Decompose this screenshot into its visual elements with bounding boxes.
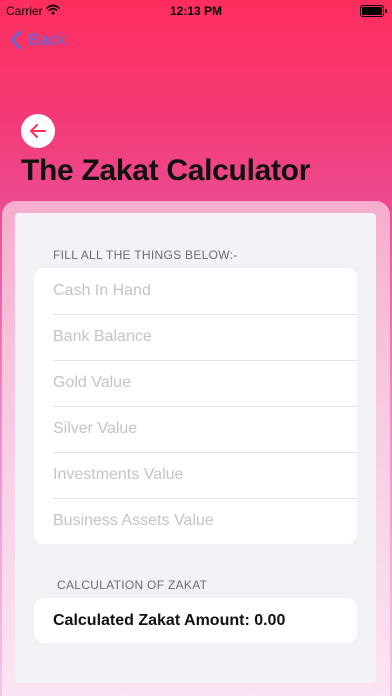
- input-group: [34, 268, 357, 544]
- bank-balance-input[interactable]: [34, 328, 357, 346]
- calculation-section-header: CALCULATION OF ZAKAT: [57, 578, 208, 592]
- business-assets-value-row: [34, 498, 357, 544]
- nav-back-button[interactable]: Back: [10, 28, 66, 52]
- nav-back-label: Back: [28, 30, 66, 49]
- cash-in-hand-input[interactable]: [34, 282, 357, 300]
- investments-value-row: [34, 452, 357, 498]
- form-section-header: FILL ALL THE THINGS BELOW:-: [53, 248, 238, 262]
- status-bar: Carrier 12:13 PM: [0, 0, 392, 22]
- gold-value-input[interactable]: [34, 374, 357, 392]
- status-time: 12:13 PM: [169, 4, 223, 18]
- chevron-left-icon: [10, 30, 22, 50]
- silver-value-row: [34, 406, 357, 452]
- zakat-result-label: Calculated Zakat Amount: 0.00: [53, 611, 286, 629]
- bank-balance-row: [34, 314, 357, 360]
- silver-value-input[interactable]: [34, 420, 357, 438]
- battery-icon: [360, 5, 387, 17]
- page-title: The Zakat Calculator: [21, 154, 311, 187]
- cash-in-hand-row: [34, 268, 357, 314]
- investments-value-input[interactable]: [34, 466, 357, 484]
- round-back-button[interactable]: [21, 114, 55, 148]
- arrow-left-icon: [30, 124, 46, 138]
- zakat-result-row: Calculated Zakat Amount: 0.00: [34, 598, 357, 643]
- business-assets-value-input[interactable]: [34, 512, 357, 530]
- gold-value-row: [34, 360, 357, 406]
